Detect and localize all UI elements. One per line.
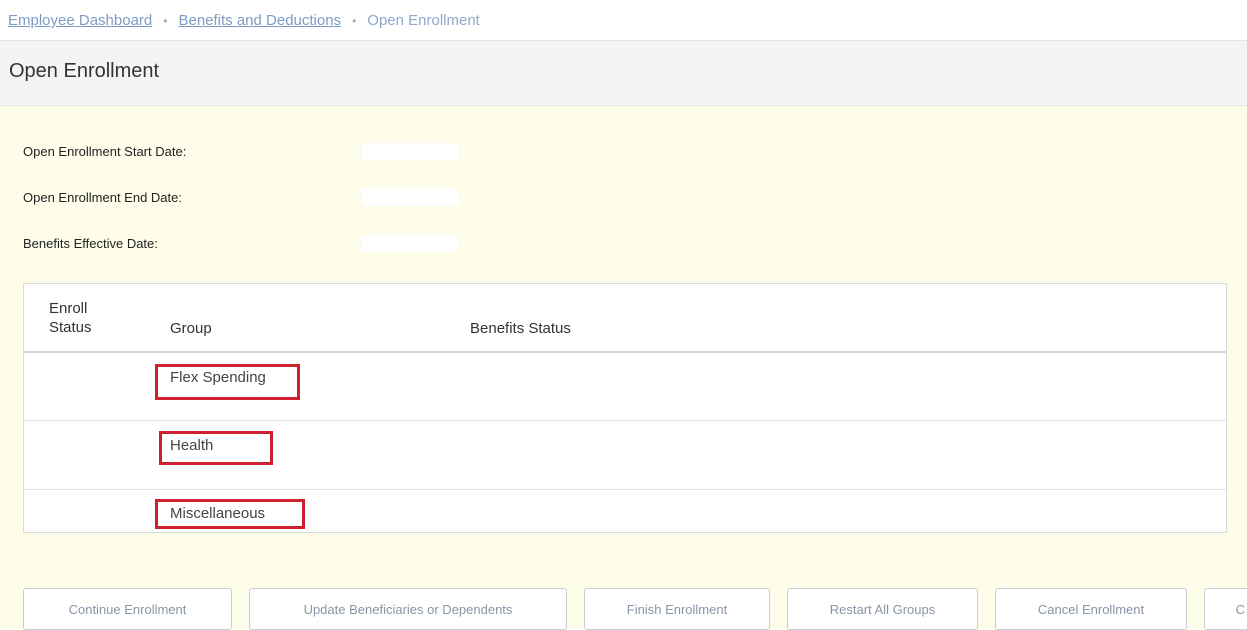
- end-date-label: Open Enrollment End Date:: [23, 190, 182, 205]
- start-date-label: Open Enrollment Start Date:: [23, 144, 187, 159]
- breadcrumb: Employee Dashboard • Benefits and Deduct…: [8, 12, 480, 29]
- finish-enrollment-button[interactable]: Finish Enrollment: [584, 588, 770, 630]
- page-title: Open Enrollment: [9, 60, 160, 82]
- effective-date-label: Benefits Effective Date:: [23, 236, 158, 251]
- breadcrumb-separator: •: [352, 13, 357, 28]
- start-date-value: [362, 143, 458, 160]
- table-row: Miscellaneous: [24, 490, 1226, 532]
- column-header-enroll-status: Enroll Status: [49, 300, 92, 336]
- highlight-box: [159, 431, 273, 465]
- column-header-benefits-status: Benefits Status: [470, 320, 571, 337]
- cancel-enrollment-button[interactable]: Cancel Enrollment: [995, 588, 1187, 630]
- breadcrumb-employee-dashboard[interactable]: Employee Dashboard: [8, 12, 152, 29]
- highlight-box: [155, 499, 305, 529]
- table-row: Health: [24, 421, 1226, 489]
- title-bar: Open Enrollment: [0, 41, 1247, 106]
- more-actions-button[interactable]: C: [1204, 588, 1247, 630]
- enrollment-groups-table: Enroll Status Group Benefits Status Flex…: [23, 283, 1227, 533]
- update-beneficiaries-button[interactable]: Update Beneficiaries or Dependents: [249, 588, 567, 630]
- highlight-box: [155, 364, 300, 400]
- table-row: Flex Spending: [24, 353, 1226, 420]
- breadcrumb-benefits-and-deductions[interactable]: Benefits and Deductions: [178, 12, 341, 29]
- breadcrumb-separator: •: [163, 13, 168, 28]
- column-header-group: Group: [170, 320, 212, 337]
- continue-enrollment-button[interactable]: Continue Enrollment: [23, 588, 232, 630]
- enrollment-panel: Open Enrollment Start Date: Open Enrollm…: [0, 106, 1247, 630]
- effective-date-value: [362, 235, 458, 252]
- end-date-value: [362, 189, 458, 206]
- breadcrumb-open-enrollment: Open Enrollment: [367, 12, 480, 29]
- restart-all-groups-button[interactable]: Restart All Groups: [787, 588, 978, 630]
